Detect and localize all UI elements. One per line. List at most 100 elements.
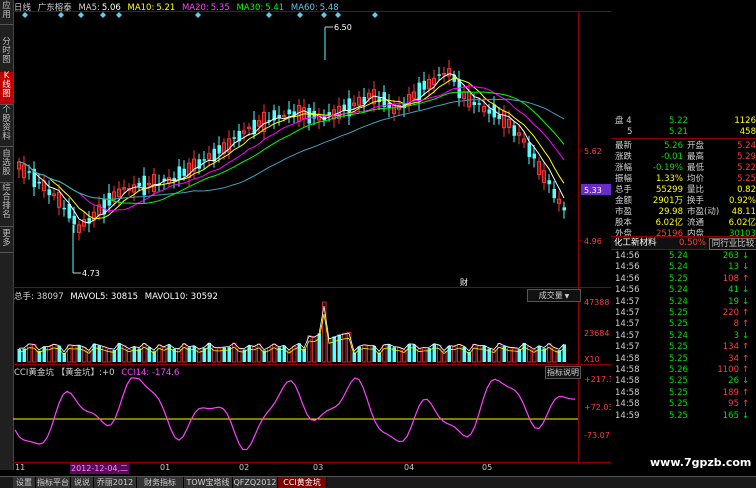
tick-time: 14:58: [615, 387, 640, 398]
arrow-up-icon: ↑: [742, 399, 750, 410]
candlestick-series: [17, 27, 566, 273]
volume-bar: [157, 344, 162, 363]
divider: [611, 138, 756, 139]
volume-bars: [17, 301, 566, 363]
tick-volume: 108: [722, 273, 739, 284]
volume-indicator-label: 成交量: [538, 291, 563, 300]
volume-indicator-button[interactable]: 成交量 ▼: [527, 289, 581, 302]
cci-axis-mid: +72.03: [584, 403, 611, 412]
chevron-down-icon: ▼: [562, 293, 570, 300]
tick-volume: 26: [728, 376, 739, 387]
stat-label: 最新: [615, 141, 633, 151]
arrow-down-icon: ↓: [742, 296, 750, 307]
tick-price: 5.25: [669, 387, 688, 398]
stat-label: 振幅: [615, 174, 633, 184]
candle-body: [177, 166, 181, 179]
tick-price: 5.25: [669, 399, 688, 410]
period-label: 日线: [14, 3, 32, 13]
date-label-selected: 2012-12-04,二: [70, 463, 130, 474]
tick-row: 14:57 5.24 3 ↓: [611, 331, 756, 342]
tab-cci[interactable]: CCI黄金坑: [278, 477, 327, 488]
order-book-label: 盘 4: [615, 116, 632, 126]
volume-bar: [42, 346, 46, 362]
stat-label: 最高: [687, 152, 705, 162]
candle-body: [307, 107, 311, 124]
tick-volume: 95: [728, 399, 739, 410]
tick-time: 14:56: [615, 262, 640, 273]
candle-body: [422, 80, 426, 90]
ma30-value: 5.41: [265, 3, 285, 13]
volume-bar: [482, 345, 486, 362]
tab-indicator-platform[interactable]: 指标平台: [36, 477, 71, 488]
chart-area[interactable]: 5.62 5.33 4.96 6.50 4.73 财 47388 23684 X…: [13, 0, 611, 463]
quote-stat-row: 股本 6.02亿 流通 6.02亿: [611, 218, 756, 229]
volume-bar: [272, 343, 277, 363]
tick-price: 5.26: [669, 365, 688, 375]
volume-bar: [407, 344, 411, 362]
tick-time: 14:57: [615, 342, 640, 353]
stat-label: 总手: [615, 185, 633, 195]
candle-body: [437, 74, 441, 76]
candle-body: [27, 171, 31, 173]
tab-talk[interactable]: 说说: [71, 477, 94, 488]
price-axis: 5.62 5.33 4.96: [578, 147, 611, 246]
tick-volume: 189: [722, 387, 739, 398]
volume-bar: [297, 343, 301, 362]
tick-price: 5.24: [669, 330, 688, 341]
volume-bar: [382, 344, 387, 363]
mavol5-line: [18, 305, 565, 353]
quote-stat-row: 涨幅 -0.19% 最低 5.22: [611, 163, 756, 174]
tick-row: 14:58 5.26 1100 ↑: [611, 365, 756, 376]
stat-label: 流通: [687, 218, 705, 228]
candle-body: [72, 215, 76, 225]
left-tab-kline[interactable]: K线图: [0, 72, 13, 105]
volume-header: 总手: 38097 MAVOL5: 30815 MAVOL10: 30592: [14, 290, 218, 302]
arrow-down-icon: ↓: [742, 262, 750, 273]
pane-frame: [13, 11, 611, 463]
date-label: 04: [404, 463, 415, 472]
tab-qiaoli[interactable]: 乔丽2012: [94, 477, 137, 488]
cci-header: CCI黄金坑 【黄金坑】:+0 CCI14: -174.6: [14, 366, 179, 378]
tick-volume: 8: [733, 319, 739, 330]
volume-bar: [387, 344, 391, 362]
volume-bar: [507, 347, 512, 363]
tick-time: 14:56: [615, 273, 640, 284]
annotation-marker: 财: [460, 277, 468, 287]
date-axis: 11 2012-12-04,二 01 02 03 04 05: [13, 463, 611, 475]
stat-value: 5.26: [664, 141, 683, 151]
left-tab-ranking[interactable]: 综合排名: [0, 184, 13, 227]
volume-mavol5: MAVOL5: 30815: [70, 292, 139, 302]
stat-value: 0.92%: [728, 196, 756, 206]
arrow-down-icon: ↓: [742, 410, 750, 421]
date-label: 02: [239, 463, 250, 472]
industry-name[interactable]: 化工新材料: [614, 237, 657, 249]
ma5-label: MA5:: [78, 3, 100, 13]
arrow-up-icon: ↑: [742, 353, 750, 364]
indicator-help-button[interactable]: 指标说明: [545, 366, 581, 379]
ma10-label: MA10:: [127, 3, 155, 13]
stat-value: 6.02亿: [655, 218, 683, 228]
tab-finance[interactable]: 财务指标: [137, 477, 184, 488]
tab-qfzq[interactable]: QFZQ2012: [233, 477, 278, 488]
tick-time: 14:58: [615, 353, 640, 364]
left-tab-profile[interactable]: 个股资料: [0, 106, 13, 147]
tick-price: 5.25: [669, 410, 688, 421]
tab-tower[interactable]: TOW宝塔线: [184, 477, 233, 488]
tab-settings[interactable]: 设置: [13, 477, 36, 488]
peer-compare-button[interactable]: 同行业比较: [709, 238, 756, 250]
ma20-value: 5.35: [210, 3, 230, 13]
left-tab-intraday[interactable]: 分时图: [0, 38, 13, 73]
quote-stat-row: 涨跌 -0.01 最高 5.29: [611, 152, 756, 163]
volume-bar: [117, 343, 121, 362]
candle-body: [62, 207, 66, 210]
volume-bar: [27, 343, 32, 363]
left-tab-app[interactable]: 应用: [0, 2, 13, 25]
stat-label: 最低: [687, 163, 705, 173]
volume-bar: [447, 346, 451, 362]
left-tab-more[interactable]: 更多: [0, 230, 13, 253]
left-tab-watchlist[interactable]: 自选股: [0, 150, 13, 183]
volume-bar: [192, 346, 196, 362]
cci-axis: +217.1 +72.03 -73.07: [584, 375, 611, 440]
candle-body: [182, 168, 186, 176]
candle-body: [137, 182, 141, 187]
